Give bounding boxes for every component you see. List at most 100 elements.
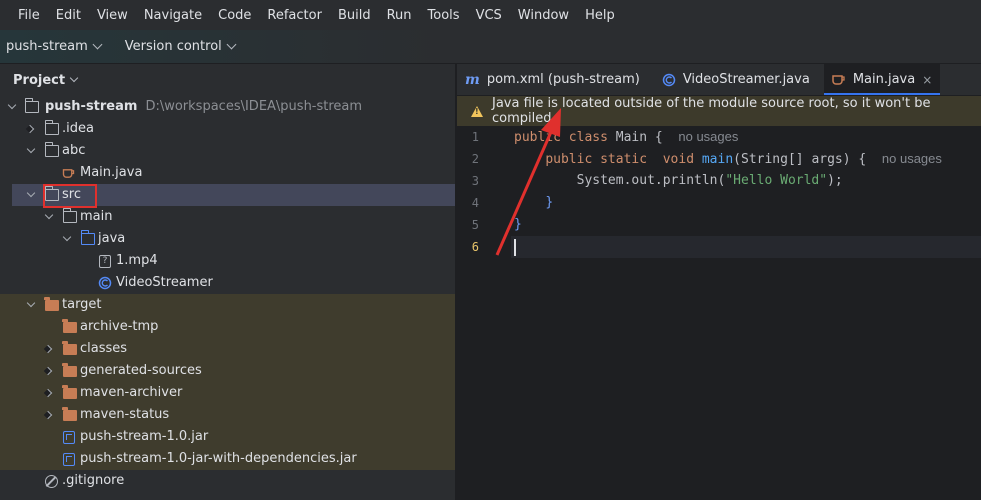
tree-item-label: maven-status <box>80 407 170 422</box>
menu-edit[interactable]: Edit <box>48 8 89 23</box>
code-line-3: System.out.println("Hello World"); <box>576 173 843 188</box>
chevron-right-icon[interactable] <box>43 344 53 354</box>
tree-item-jar[interactable]: push-stream-1.0.jar <box>0 426 455 448</box>
code-line-5: } <box>514 217 522 232</box>
close-icon[interactable]: × <box>922 73 932 87</box>
chevron-right-icon[interactable] <box>43 410 53 420</box>
tree-item-maven-status[interactable]: maven-status <box>0 404 455 426</box>
java-file-icon <box>62 169 75 178</box>
warning-banner: Java file is located outside of the modu… <box>457 96 981 126</box>
menu-code[interactable]: Code <box>210 8 259 23</box>
project-panel: Project push-stream D:\workspaces\IDEA\pu… <box>0 64 456 500</box>
tree-item-label: .idea <box>62 121 94 136</box>
excluded-folder-icon <box>61 363 77 377</box>
java-file-icon <box>832 74 845 85</box>
version-control-selector[interactable]: Version control <box>119 39 241 54</box>
chevron-down-icon[interactable] <box>62 232 72 242</box>
tree-item-main[interactable]: main <box>0 206 455 228</box>
tree-item-archive-tmp[interactable]: archive-tmp <box>0 316 455 338</box>
menu-file[interactable]: File <box>10 8 48 23</box>
tree-item-main-java[interactable]: Main.java <box>0 162 455 184</box>
code-line-1: public class Main { no usages <box>514 129 739 145</box>
chevron-down-icon[interactable] <box>26 144 36 154</box>
tree-item-label: classes <box>80 341 128 356</box>
version-control-label: Version control <box>124 39 222 54</box>
tree-item-label: target <box>62 297 102 312</box>
menu-view[interactable]: View <box>89 8 136 23</box>
folder-icon <box>62 208 77 223</box>
tree-item-jar-with-dependencies[interactable]: push-stream-1.0-jar-with-dependencies.ja… <box>0 448 455 470</box>
line-number-current: 6 <box>471 240 479 254</box>
tree-item-label: VideoStreamer <box>116 275 213 290</box>
unknown-file-icon: ? <box>99 255 111 268</box>
excluded-folder-icon <box>61 407 77 421</box>
tree-item-abc[interactable]: abc <box>0 140 455 162</box>
menu-help[interactable]: Help <box>577 8 623 23</box>
usages-hint: no usages <box>881 151 942 166</box>
ignore-file-icon <box>45 475 58 488</box>
current-line-highlight <box>457 236 981 258</box>
source-folder-icon <box>80 230 95 245</box>
chevron-down-icon <box>92 39 103 50</box>
tree-item-mp4[interactable]: ? 1.mp4 <box>0 250 455 272</box>
menu-build[interactable]: Build <box>330 8 379 23</box>
tab-pom-xml[interactable]: m pom.xml (push-stream) <box>457 64 648 95</box>
excluded-folder-icon <box>61 319 77 333</box>
tab-label: pom.xml (push-stream) <box>486 72 640 87</box>
tree-item-push-stream[interactable]: push-stream D:\workspaces\IDEA\push-strea… <box>0 96 455 118</box>
project-tree: push-stream D:\workspaces\IDEA\push-strea… <box>0 96 455 492</box>
menu-bar: File Edit View Navigate Code Refactor Bu… <box>0 0 981 30</box>
tab-label: Main.java <box>852 72 916 87</box>
project-name: push-stream <box>6 39 88 54</box>
tree-item-label: main <box>80 209 113 224</box>
menu-tools[interactable]: Tools <box>420 8 468 23</box>
editor-tabs: m pom.xml (push-stream) VideoStreamer.ja… <box>457 64 981 96</box>
code-editor[interactable]: 1 2 3 4 5 6 public class Main { no usage… <box>457 126 981 500</box>
maven-icon: m <box>465 71 480 88</box>
main-toolbar: push-stream Version control <box>0 30 981 64</box>
menu-run[interactable]: Run <box>379 8 420 23</box>
tree-item-target[interactable]: target <box>0 294 455 316</box>
menu-refactor[interactable]: Refactor <box>259 8 330 23</box>
code-line-4: } <box>545 195 554 210</box>
tree-item-label: maven-archiver <box>80 385 183 400</box>
text-caret <box>514 239 516 256</box>
chevron-right-icon[interactable] <box>43 388 53 398</box>
menu-window[interactable]: Window <box>510 8 577 23</box>
line-number: 3 <box>471 174 479 188</box>
tab-videostreamer-java[interactable]: VideoStreamer.java <box>654 64 818 95</box>
warning-text: Java file is located outside of the modu… <box>492 96 931 126</box>
tree-item-videostreamer[interactable]: VideoStreamer <box>0 272 455 294</box>
chevron-right-icon[interactable] <box>25 124 35 134</box>
tree-item-generated-sources[interactable]: generated-sources <box>0 360 455 382</box>
chevron-down-icon[interactable] <box>7 100 17 110</box>
warning-icon <box>471 105 483 117</box>
chevron-down-icon[interactable] <box>26 188 36 198</box>
tree-item-label: generated-sources <box>80 363 202 378</box>
tree-item-label: 1.mp4 <box>116 253 158 268</box>
chevron-down-icon[interactable] <box>44 210 54 220</box>
tree-item-java[interactable]: java <box>0 228 455 250</box>
tree-item-label: push-stream D:\workspaces\IDEA\push-strea… <box>45 99 363 114</box>
menu-vcs[interactable]: VCS <box>468 8 510 23</box>
chevron-right-icon[interactable] <box>43 366 53 376</box>
excluded-folder-icon <box>43 297 59 311</box>
excluded-folder-icon <box>61 385 77 399</box>
tree-item-label: abc <box>62 143 86 158</box>
menu-navigate[interactable]: Navigate <box>136 8 210 23</box>
tree-item-idea[interactable]: .idea <box>0 118 455 140</box>
tab-main-java[interactable]: Main.java × <box>823 64 941 95</box>
tree-item-gitignore[interactable]: .gitignore <box>0 470 455 492</box>
excluded-folder-icon <box>61 341 77 355</box>
folder-icon <box>44 142 59 157</box>
java-class-icon <box>98 276 112 290</box>
tree-item-label: java <box>98 231 126 246</box>
tree-item-maven-archiver[interactable]: maven-archiver <box>0 382 455 404</box>
tree-item-classes[interactable]: classes <box>0 338 455 360</box>
line-gutter: 1 2 3 4 5 6 <box>457 126 511 500</box>
tree-item-label: .gitignore <box>62 473 125 488</box>
tree-item-label: archive-tmp <box>80 319 159 334</box>
chevron-down-icon[interactable] <box>26 298 36 308</box>
project-selector[interactable]: push-stream <box>0 39 107 54</box>
project-panel-header[interactable]: Project <box>0 64 455 96</box>
